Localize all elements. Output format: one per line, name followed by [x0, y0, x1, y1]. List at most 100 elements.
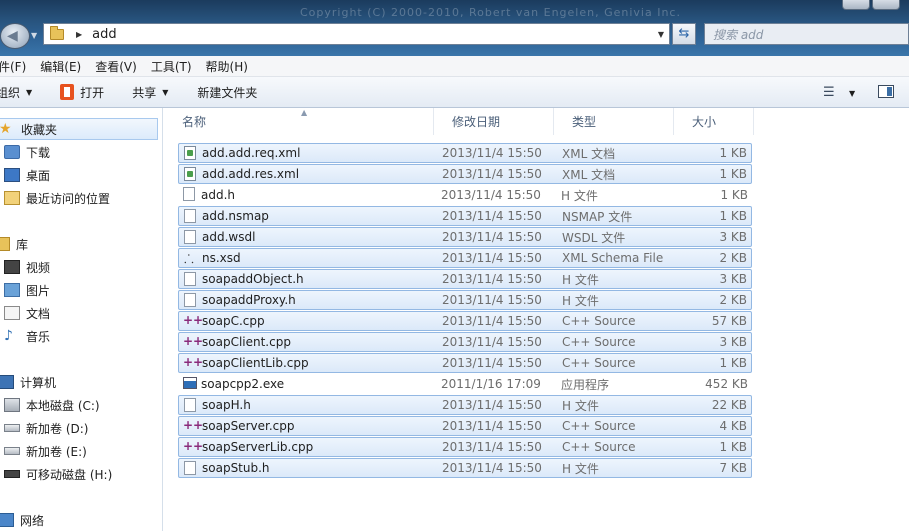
file-name: soapaddObject.h: [202, 272, 304, 286]
address-dropdown-icon[interactable]: ▼: [653, 30, 669, 39]
column-header-name[interactable]: 名称: [164, 108, 434, 135]
nav-computer[interactable]: 计算机: [0, 371, 56, 393]
nav-documents[interactable]: 文档: [4, 302, 50, 324]
file-row[interactable]: add.h 2013/11/4 15:50 H 文件 1 KB: [178, 185, 752, 205]
cpp-file-icon: ++: [183, 334, 204, 348]
nav-recent[interactable]: 最近访问的位置: [4, 187, 110, 209]
file-date: 2013/11/4 15:50: [442, 356, 542, 370]
address-path[interactable]: add: [92, 27, 116, 42]
nav-libraries[interactable]: 库: [0, 233, 28, 255]
nav-favorites[interactable]: ★ 收藏夹: [0, 118, 158, 140]
back-button[interactable]: ◀: [0, 23, 30, 49]
organize-label: 组织: [0, 85, 21, 100]
file-row[interactable]: ++ soapC.cpp 2013/11/4 15:50 C++ Source 57 K…: [178, 311, 752, 331]
file-icon: [184, 230, 196, 244]
file-row[interactable]: add.nsmap 2013/11/4 15:50 NSMAP 文件 1 KB: [178, 206, 752, 226]
nav-drive-e-label: 新加卷 (E:): [26, 444, 87, 459]
organize-button[interactable]: 组织 ▼: [0, 84, 32, 101]
file-row[interactable]: soapaddProxy.h 2013/11/4 15:50 H 文件 2 KB: [178, 290, 752, 310]
file-row[interactable]: soapaddObject.h 2013/11/4 15:50 H 文件 3 KB: [178, 269, 752, 289]
nav-music-label: 音乐: [26, 329, 51, 344]
file-date: 2013/11/4 15:50: [441, 188, 541, 202]
back-arrow-icon: ◀: [7, 28, 18, 44]
nav-music[interactable]: ♪ 音乐: [4, 325, 50, 347]
nav-drive-h[interactable]: 可移动磁盘 (H:): [4, 463, 112, 485]
file-size: 1 KB: [719, 146, 747, 160]
libraries-icon: [0, 237, 10, 251]
refresh-button[interactable]: ⇆: [672, 23, 696, 45]
nav-drive-d-label: 新加卷 (D:): [26, 421, 89, 436]
file-row[interactable]: ++ soapServerLib.cpp 2013/11/4 15:50 C++ So…: [178, 437, 752, 457]
chevron-down-icon: ▼: [26, 87, 33, 97]
column-header-size[interactable]: 大小: [674, 108, 754, 135]
exe-file-icon: [183, 377, 197, 389]
folder-icon: [50, 25, 64, 40]
file-name: soapStub.h: [202, 461, 270, 475]
nav-drive-c[interactable]: 本地磁盘 (C:): [4, 394, 100, 416]
view-options-dropdown-icon[interactable]: ▼: [849, 89, 855, 98]
breadcrumb-chevron-icon[interactable]: ▶: [76, 30, 82, 39]
view-options-icon[interactable]: ☰: [823, 85, 835, 100]
address-bar[interactable]: ▶ add ▼: [43, 23, 670, 45]
column-type-label: 类型: [572, 115, 597, 129]
nav-network[interactable]: 网络: [0, 509, 44, 531]
file-row[interactable]: soapcpp2.exe 2011/1/16 17:09 应用程序 452 KB: [178, 374, 752, 394]
column-header-type[interactable]: 类型: [554, 108, 674, 135]
share-label: 共享: [132, 85, 157, 100]
file-date: 2013/11/4 15:50: [442, 398, 542, 412]
documents-icon: [4, 306, 20, 320]
file-row[interactable]: soapStub.h 2013/11/4 15:50 H 文件 7 KB: [178, 458, 752, 478]
recent-pages-dropdown[interactable]: ▼: [31, 31, 37, 40]
cpp-file-icon: ++: [183, 418, 204, 432]
new-folder-button[interactable]: 新建文件夹: [197, 84, 257, 101]
file-row[interactable]: add.add.req.xml 2013/11/4 15:50 XML 文档 1 KB: [178, 143, 752, 163]
file-row[interactable]: ++ soapServer.cpp 2013/11/4 15:50 C++ Sourc…: [178, 416, 752, 436]
file-size: 1 KB: [719, 167, 747, 181]
menu-tools[interactable]: 工具(T): [151, 58, 192, 75]
xml-file-icon: [184, 146, 196, 160]
column-header-date[interactable]: 修改日期: [434, 108, 554, 135]
preview-pane-icon[interactable]: [878, 85, 894, 98]
share-button[interactable]: 共享 ▼: [132, 84, 168, 101]
menu-help[interactable]: 帮助(H): [206, 58, 248, 75]
nav-videos[interactable]: 视频: [4, 256, 50, 278]
file-date: 2013/11/4 15:50: [442, 167, 542, 181]
nav-documents-label: 文档: [26, 306, 51, 321]
file-type: WSDL 文件: [562, 230, 626, 245]
file-icon: [183, 187, 195, 201]
menu-bar: 件(F) 编辑(E) 查看(V) 工具(T) 帮助(H): [0, 56, 909, 77]
file-row[interactable]: soapH.h 2013/11/4 15:50 H 文件 22 KB: [178, 395, 752, 415]
file-date: 2013/11/4 15:50: [442, 272, 542, 286]
search-input[interactable]: 搜索 add: [704, 23, 909, 45]
file-icon: [184, 209, 196, 223]
nav-desktop[interactable]: 桌面: [4, 164, 50, 186]
nav-drive-d[interactable]: 新加卷 (D:): [4, 417, 88, 439]
file-type: H 文件: [562, 272, 599, 287]
nav-drive-e[interactable]: 新加卷 (E:): [4, 440, 87, 462]
file-name: soapServer.cpp: [202, 419, 295, 433]
file-date: 2013/11/4 15:50: [442, 230, 542, 244]
file-row[interactable]: add.add.res.xml 2013/11/4 15:50 XML 文档 1 KB: [178, 164, 752, 184]
open-button[interactable]: 打开: [60, 84, 104, 101]
file-row[interactable]: ⸫ ns.xsd 2013/11/4 15:50 XML Schema File 2 K…: [178, 248, 752, 268]
file-row[interactable]: add.wsdl 2013/11/4 15:50 WSDL 文件 3 KB: [178, 227, 752, 247]
removable-drive-icon: [4, 470, 20, 478]
file-size: 3 KB: [719, 335, 747, 349]
nav-favorites-label: 收藏夹: [21, 122, 58, 137]
open-label: 打开: [80, 85, 105, 100]
nav-desktop-label: 桌面: [26, 168, 51, 183]
file-row[interactable]: ++ soapClientLib.cpp 2013/11/4 15:50 C++ So…: [178, 353, 752, 373]
hard-drive-icon: [4, 398, 20, 412]
file-type: NSMAP 文件: [562, 209, 633, 224]
minimize-button[interactable]: [842, 0, 870, 10]
nav-downloads[interactable]: 下载: [4, 141, 50, 163]
menu-view[interactable]: 查看(V): [95, 58, 137, 75]
nav-pictures[interactable]: 图片: [4, 279, 50, 301]
file-row[interactable]: ++ soapClient.cpp 2013/11/4 15:50 C++ Sourc…: [178, 332, 752, 352]
file-size: 1 KB: [719, 209, 747, 223]
file-type: H 文件: [562, 293, 599, 308]
menu-file[interactable]: 件(F): [0, 58, 26, 75]
menu-edit[interactable]: 编辑(E): [40, 58, 81, 75]
maximize-button[interactable]: [872, 0, 900, 10]
file-size: 3 KB: [719, 272, 747, 286]
